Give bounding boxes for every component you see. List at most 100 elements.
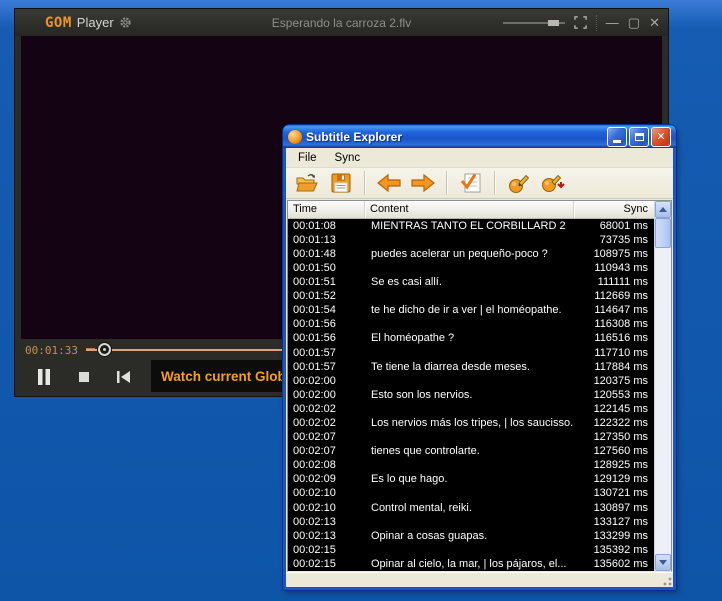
gom-minimize-button[interactable]: —	[606, 16, 619, 29]
fullscreen-icon[interactable]	[573, 16, 587, 29]
gear-icon[interactable]	[119, 16, 132, 29]
table-row[interactable]: 00:02:10 130721 ms	[288, 486, 654, 500]
table-row[interactable]: 00:02:02 Los nervios más los tripes, | lo…	[288, 416, 654, 430]
table-row[interactable]: 00:01:48 puedes acelerar un pequeño-poco …	[288, 247, 654, 261]
sync-edit-icon	[509, 174, 530, 193]
stop-button[interactable]	[71, 366, 97, 388]
previous-icon	[117, 370, 130, 383]
vertical-scrollbar[interactable]	[654, 200, 671, 571]
column-header-content[interactable]: Content	[365, 200, 574, 218]
sync-shift-button[interactable]	[538, 169, 568, 197]
row-time: 00:01:08	[293, 219, 336, 232]
row-content: te he dicho de ir a ver | el homéopathe.	[371, 304, 562, 317]
table-row[interactable]: 00:02:13 133127 ms	[288, 515, 654, 529]
volume-handle[interactable]	[547, 19, 559, 26]
scrollbar-thumb[interactable]	[655, 217, 671, 248]
resize-grip[interactable]	[660, 574, 672, 586]
row-time: 00:01:52	[293, 290, 336, 303]
pause-button[interactable]	[31, 366, 57, 388]
table-row[interactable]: 00:02:07 127350 ms	[288, 430, 654, 444]
row-time: 00:02:07	[293, 445, 336, 458]
scroll-down-button[interactable]	[655, 554, 671, 571]
seek-handle[interactable]	[97, 343, 111, 356]
gom-logo-player-text: Player	[76, 15, 114, 30]
table-row[interactable]: 00:01:54 te he dicho de ir a ver | el hom…	[288, 303, 654, 317]
volume-slider[interactable]	[502, 16, 565, 30]
previous-button[interactable]	[111, 366, 137, 388]
table-row[interactable]: 00:02:02 122145 ms	[288, 402, 654, 416]
row-time: 00:02:13	[293, 515, 336, 528]
table-row[interactable]: 00:01:57 117710 ms	[288, 346, 654, 360]
table-row[interactable]: 00:02:08 128925 ms	[288, 458, 654, 472]
column-header-sync[interactable]: Sync	[574, 201, 654, 218]
row-sync: 135602 ms	[593, 557, 648, 570]
row-content: Es lo que hago.	[371, 473, 448, 486]
scrollbar-track[interactable]	[655, 248, 671, 554]
row-sync: 122322 ms	[593, 417, 648, 430]
row-time: 00:02:00	[293, 374, 336, 387]
row-content: Opinar al cielo, la mar, | los pájaros, …	[371, 557, 567, 570]
row-sync: 127350 ms	[593, 431, 648, 444]
table-row[interactable]: 00:02:00 120375 ms	[288, 374, 654, 388]
row-time: 00:02:08	[293, 459, 336, 472]
table-row[interactable]: 00:02:15 Opinar al cielo, la mar, | los p…	[288, 557, 654, 571]
next-subtitle-button[interactable]	[408, 169, 438, 197]
gom-titlebar[interactable]: GOM Player Esperando la carroza 2.flv — …	[15, 9, 668, 36]
save-icon	[331, 173, 351, 193]
row-time: 00:02:10	[293, 487, 336, 500]
table-row[interactable]: 00:01:51 Se es casi allí. 111111 ms	[288, 275, 654, 289]
table-row[interactable]: 00:02:13 Opinar a cosas guapas. 133299 ms	[288, 529, 654, 543]
sync-edit-button[interactable]	[504, 169, 534, 197]
row-time: 00:01:13	[293, 233, 336, 246]
prev-subtitle-button[interactable]	[374, 169, 404, 197]
apply-check-button[interactable]	[456, 169, 486, 197]
subtitle-explorer-window: Subtitle Explorer ✕ File Sync Time Conte…	[283, 125, 676, 590]
table-row[interactable]: 00:01:57 Te tiene la diarrea desde meses.…	[288, 360, 654, 374]
arrow-up-icon	[659, 206, 667, 212]
maximize-button[interactable]	[629, 126, 649, 147]
table-row[interactable]: 00:01:52 112669 ms	[288, 289, 654, 303]
gom-close-button[interactable]: ✕	[649, 16, 660, 29]
minimize-button[interactable]	[607, 126, 627, 147]
open-button[interactable]	[292, 169, 322, 197]
row-sync: 117884 ms	[594, 360, 648, 373]
row-time: 00:01:51	[293, 276, 336, 289]
close-button[interactable]: ✕	[651, 126, 671, 147]
row-sync: 133127 ms	[593, 515, 648, 528]
row-content: Te tiene la diarrea desde meses.	[371, 360, 530, 373]
table-row[interactable]: 00:02:09 Es lo que hago. 129129 ms	[288, 472, 654, 486]
gom-logo: GOM Player	[45, 15, 132, 31]
row-sync: 122145 ms	[593, 402, 648, 415]
table-row[interactable]: 00:02:10 Control mental, reiki. 130897 ms	[288, 501, 654, 515]
table-row[interactable]: 00:01:13 73735 ms	[288, 233, 654, 247]
row-time: 00:02:13	[293, 529, 336, 542]
table-row[interactable]: 00:01:50 110943 ms	[288, 261, 654, 275]
row-time: 00:01:50	[293, 261, 336, 274]
gom-maximize-button[interactable]: ▢	[628, 16, 640, 29]
row-time: 00:01:48	[293, 247, 336, 260]
table-row[interactable]: 00:01:56 El homéopathe ? 116516 ms	[288, 331, 654, 345]
table-row[interactable]: 00:02:15 135392 ms	[288, 543, 654, 557]
prev-arrow-icon	[377, 173, 401, 193]
table-row[interactable]: 00:01:56 116308 ms	[288, 317, 654, 331]
row-time: 00:02:15	[293, 543, 336, 556]
row-time: 00:02:10	[293, 501, 336, 514]
menu-sync[interactable]: Sync	[327, 149, 369, 167]
arrow-down-icon	[659, 560, 667, 565]
scroll-up-button[interactable]	[655, 200, 671, 218]
row-sync: 114647 ms	[594, 304, 648, 317]
table-row[interactable]: 00:02:07 tienes que controlarte. 127560 ms	[288, 444, 654, 458]
row-sync: 110943 ms	[594, 261, 648, 274]
row-content: Esto son los nervios.	[371, 388, 473, 401]
row-time: 00:01:57	[293, 346, 336, 359]
row-time: 00:01:56	[293, 318, 336, 331]
toolbar-separator	[494, 170, 496, 195]
subtitle-explorer-titlebar[interactable]: Subtitle Explorer ✕	[283, 125, 676, 148]
table-row[interactable]: 00:02:00 Esto son los nervios. 120553 ms	[288, 388, 654, 402]
table-row[interactable]: 00:01:08 MIENTRAS TANTO EL CORBILLARD 2 68…	[288, 219, 654, 233]
close-icon: ✕	[656, 130, 666, 143]
column-header-time[interactable]: Time	[288, 200, 365, 218]
stop-icon	[79, 371, 89, 382]
save-button[interactable]	[326, 169, 356, 197]
menu-file[interactable]: File	[290, 149, 325, 167]
